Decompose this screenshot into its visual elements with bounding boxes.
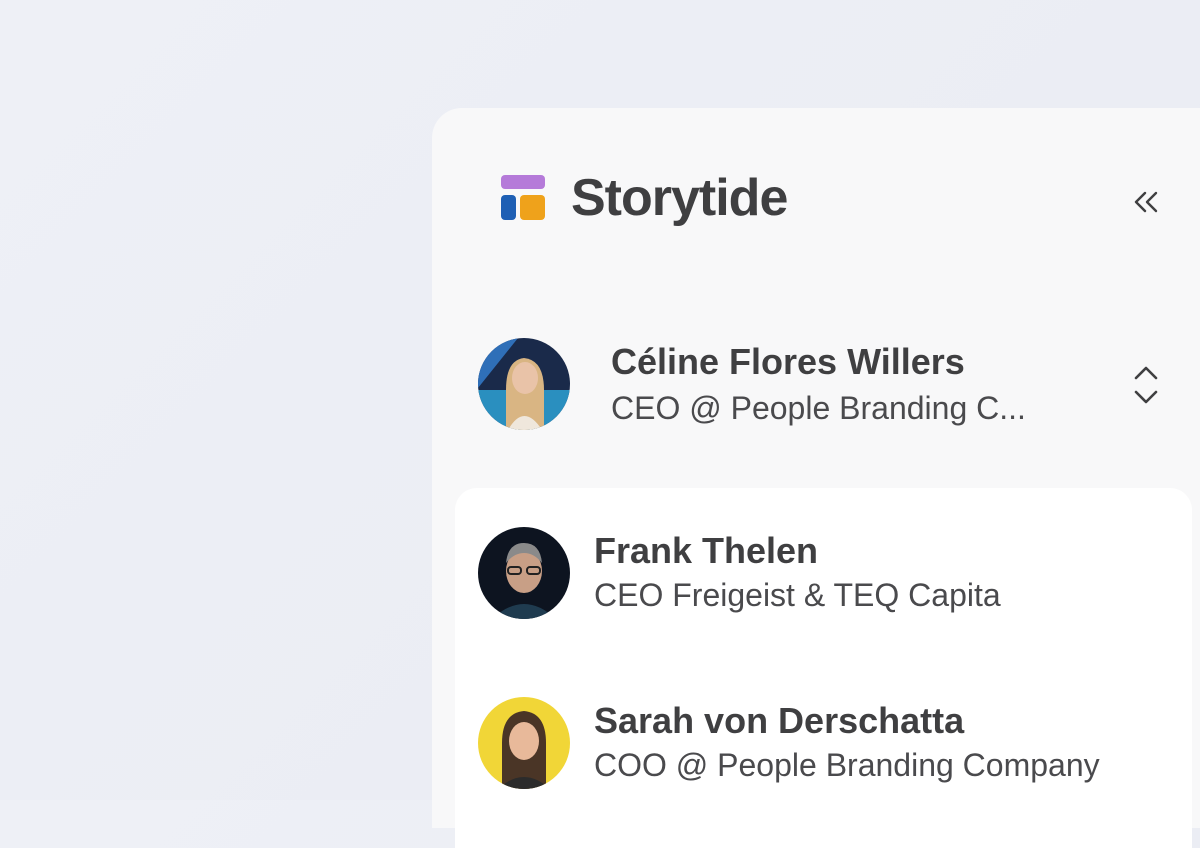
account-sidebar: Storytide Céline Flores Willers CEO @ Pe… [432,108,1200,848]
current-account-name: Céline Flores Willers [611,341,965,382]
account-switcher-button[interactable] [1128,360,1164,410]
chevron-up-down-icon [1134,366,1158,404]
avatar [478,338,570,430]
avatar [478,697,570,789]
brand-name: Storytide [571,169,788,227]
account-list: Frank Thelen CEO Freigeist & TEQ Capita … [455,488,1192,848]
list-item[interactable]: Frank Thelen CEO Freigeist & TEQ Capita [478,527,1178,621]
chevrons-left-icon [1134,191,1158,213]
list-item[interactable]: Sarah von Derschatta COO @ People Brandi… [478,697,1178,791]
account-name: Sarah von Derschatta [594,700,965,741]
storytide-logo-icon [500,175,546,221]
avatar [478,527,570,619]
collapse-sidebar-button[interactable] [1128,184,1164,220]
account-role: CEO Freigeist & TEQ Capita [594,577,1001,613]
account-name: Frank Thelen [594,530,819,571]
brand: Storytide [500,169,788,227]
current-account[interactable]: Céline Flores Willers CEO @ People Brand… [478,338,1178,432]
account-role: COO @ People Branding Company [594,747,1100,783]
current-account-role: CEO @ People Branding C... [611,390,1026,426]
